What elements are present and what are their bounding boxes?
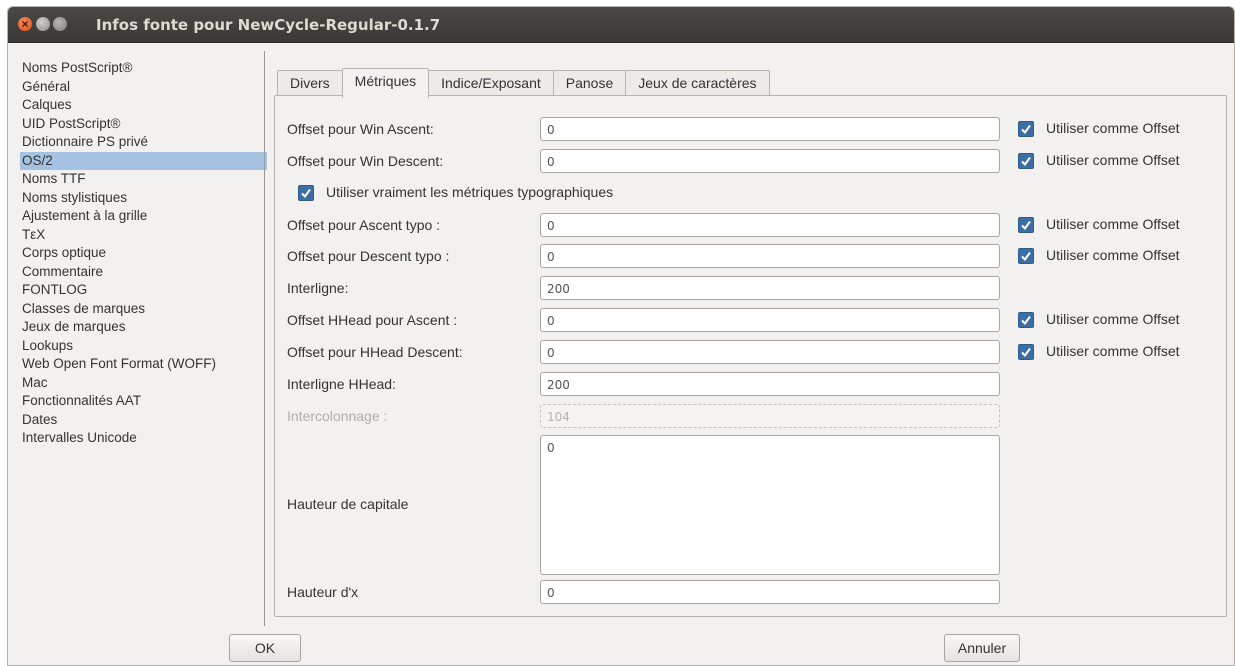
typo-ascent-input[interactable]: 0 bbox=[540, 213, 1000, 237]
cancel-button[interactable]: Annuler bbox=[944, 634, 1020, 662]
sidebar-item-private-dictionary[interactable]: Dictionnaire PS privé bbox=[20, 133, 267, 152]
tab-charsets[interactable]: Jeux de caractères bbox=[625, 70, 770, 97]
typo-descent-offset-checkbox[interactable] bbox=[1018, 248, 1034, 264]
checkmark-icon bbox=[301, 188, 311, 199]
typo-metrics-row: Utiliser vraiment les métriques typograp… bbox=[275, 181, 1226, 207]
typo-ascent-offset-label: Utiliser comme Offset bbox=[1046, 216, 1180, 232]
win-ascent-offset-checkbox[interactable] bbox=[1018, 121, 1034, 137]
win-descent-input[interactable]: 0 bbox=[540, 149, 1000, 173]
hhead-ascent-row: Offset HHead pour Ascent : 0 Utiliser co… bbox=[275, 308, 1226, 334]
sidebar-item-tex[interactable]: TεX bbox=[20, 226, 267, 245]
vertical-line-gap-row: Intercolonnage : 104 bbox=[275, 404, 1226, 430]
sidebar-item-fontlog[interactable]: FONTLOG bbox=[20, 281, 267, 300]
checkmark-icon bbox=[1021, 251, 1031, 262]
hhead-ascent-input[interactable]: 0 bbox=[540, 308, 1000, 332]
win-ascent-label: Offset pour Win Ascent: bbox=[287, 121, 434, 137]
sidebar-item-postscript-names[interactable]: Noms PostScript® bbox=[20, 59, 267, 78]
vertical-line-gap-input: 104 bbox=[540, 404, 1000, 428]
line-gap-row: Interligne: 200 bbox=[275, 276, 1226, 302]
sidebar-item-dates[interactable]: Dates bbox=[20, 411, 267, 430]
typo-descent-offset-label: Utiliser comme Offset bbox=[1046, 247, 1180, 263]
sidebar-item-lookups[interactable]: Lookups bbox=[20, 337, 267, 356]
checkmark-icon bbox=[1021, 315, 1031, 326]
hhead-descent-offset-label: Utiliser comme Offset bbox=[1046, 343, 1180, 359]
hhead-descent-offset-checkbox[interactable] bbox=[1018, 344, 1034, 360]
win-ascent-offset-label: Utiliser comme Offset bbox=[1046, 120, 1180, 136]
typo-ascent-row: Offset pour Ascent typo : 0 Utiliser com… bbox=[275, 213, 1226, 239]
typo-descent-label: Offset pour Descent typo : bbox=[287, 248, 450, 264]
typo-metrics-checkbox[interactable] bbox=[298, 185, 314, 201]
vertical-line-gap-label: Intercolonnage : bbox=[287, 408, 388, 424]
x-height-label: Hauteur d'x bbox=[287, 584, 359, 600]
hhead-line-gap-row: Interligne HHead: 200 bbox=[275, 372, 1226, 398]
sidebar-item-os2[interactable]: OS/2 bbox=[20, 151, 267, 170]
typo-metrics-label: Utiliser vraiment les métriques typograp… bbox=[326, 184, 614, 200]
cap-height-label: Hauteur de capitale bbox=[287, 496, 409, 512]
tab-bar: Divers Métriques Indice/Exposant Panose … bbox=[277, 68, 770, 98]
sidebar-item-unicode-ranges[interactable]: Intervalles Unicode bbox=[20, 429, 267, 448]
hhead-ascent-offset-label: Utiliser comme Offset bbox=[1046, 311, 1180, 327]
checkmark-icon bbox=[1021, 347, 1031, 358]
typo-descent-row: Offset pour Descent typo : 0 Utiliser co… bbox=[275, 244, 1226, 270]
sidebar-item-layers[interactable]: Calques bbox=[20, 96, 267, 115]
hhead-descent-label: Offset pour HHead Descent: bbox=[287, 344, 463, 360]
sidebar-item-ttf-names[interactable]: Noms TTF bbox=[20, 170, 267, 189]
sidebar-item-woff[interactable]: Web Open Font Format (WOFF) bbox=[20, 355, 267, 374]
tab-panose[interactable]: Panose bbox=[552, 70, 627, 97]
typo-descent-input[interactable]: 0 bbox=[540, 244, 1000, 268]
checkmark-icon bbox=[1021, 220, 1031, 231]
line-gap-input[interactable]: 200 bbox=[540, 276, 1000, 300]
ok-button[interactable]: OK bbox=[229, 634, 301, 662]
sidebar-item-general[interactable]: Général bbox=[20, 78, 267, 97]
win-descent-offset-label: Utiliser comme Offset bbox=[1046, 152, 1180, 168]
hhead-line-gap-input[interactable]: 200 bbox=[540, 372, 1000, 396]
hhead-ascent-label: Offset HHead pour Ascent : bbox=[287, 312, 458, 328]
win-descent-offset-checkbox[interactable] bbox=[1018, 153, 1034, 169]
close-icon[interactable] bbox=[18, 17, 32, 31]
sidebar-item-mac[interactable]: Mac bbox=[20, 374, 267, 393]
font-info-window: Infos fonte pour NewCycle-Regular-0.1.7 … bbox=[7, 6, 1235, 666]
cap-height-input[interactable]: 0 bbox=[540, 435, 1000, 575]
win-ascent-input[interactable]: 0 bbox=[540, 117, 1000, 141]
sidebar-item-grid-fitting[interactable]: Ajustement à la grille bbox=[20, 207, 267, 226]
sidebar-item-postscript-uid[interactable]: UID PostScript® bbox=[20, 115, 267, 134]
line-gap-label: Interligne: bbox=[287, 280, 349, 296]
typo-ascent-label: Offset pour Ascent typo : bbox=[287, 217, 441, 233]
checkmark-icon bbox=[1021, 156, 1031, 167]
tab-misc[interactable]: Divers bbox=[277, 70, 343, 97]
metrics-panel: Offset pour Win Ascent: 0 Utiliser comme… bbox=[274, 95, 1227, 617]
win-descent-row: Offset pour Win Descent: 0 Utiliser comm… bbox=[275, 149, 1226, 175]
sidebar-item-optical-size[interactable]: Corps optique bbox=[20, 244, 267, 263]
x-height-row: Hauteur d'x 0 bbox=[275, 580, 1226, 606]
win-ascent-row: Offset pour Win Ascent: 0 Utiliser comme… bbox=[275, 117, 1226, 143]
sidebar-item-mark-sets[interactable]: Jeux de marques bbox=[20, 318, 267, 337]
sidebar-item-comment[interactable]: Commentaire bbox=[20, 263, 267, 282]
sidebar-item-aat-features[interactable]: Fonctionnalités AAT bbox=[20, 392, 267, 411]
typo-ascent-offset-checkbox[interactable] bbox=[1018, 217, 1034, 233]
sidebar-item-mark-classes[interactable]: Classes de marques bbox=[20, 300, 267, 319]
x-height-input[interactable]: 0 bbox=[540, 580, 1000, 604]
tab-metrics[interactable]: Métriques bbox=[341, 68, 430, 98]
checkmark-icon bbox=[1021, 124, 1031, 135]
hhead-descent-row: Offset pour HHead Descent: 0 Utiliser co… bbox=[275, 340, 1226, 366]
sidebar-item-style-names[interactable]: Noms stylistiques bbox=[20, 189, 267, 208]
cap-height-row: Hauteur de capitale 0 bbox=[275, 435, 1226, 575]
win-descent-label: Offset pour Win Descent: bbox=[287, 153, 444, 169]
tab-sub-superscript[interactable]: Indice/Exposant bbox=[428, 70, 554, 97]
hhead-ascent-offset-checkbox[interactable] bbox=[1018, 312, 1034, 328]
hhead-descent-input[interactable]: 0 bbox=[540, 340, 1000, 364]
pane-divider[interactable] bbox=[264, 51, 265, 626]
minimize-icon[interactable] bbox=[36, 17, 50, 31]
window-title: Infos fonte pour NewCycle-Regular-0.1.7 bbox=[96, 16, 441, 34]
category-list: Noms PostScript® Général Calques UID Pos… bbox=[20, 59, 267, 448]
maximize-icon[interactable] bbox=[53, 17, 67, 31]
title-bar[interactable]: Infos fonte pour NewCycle-Regular-0.1.7 bbox=[8, 7, 1234, 43]
hhead-line-gap-label: Interligne HHead: bbox=[287, 376, 396, 392]
